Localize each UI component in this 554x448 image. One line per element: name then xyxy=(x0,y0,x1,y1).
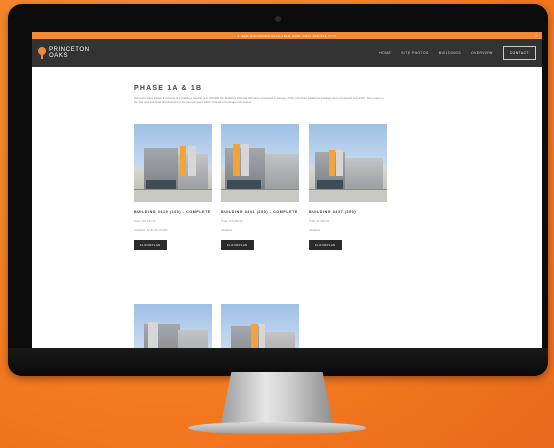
nav-site-photos[interactable]: SITE PHOTOS xyxy=(401,51,429,55)
building-size: Total: 170,356 SF xyxy=(221,219,243,223)
building-size: Total: 101,344 SF xyxy=(134,219,156,223)
building-photo[interactable] xyxy=(309,124,387,202)
building-photo[interactable] xyxy=(221,124,299,202)
building-availability: Available xyxy=(309,228,321,232)
logo-line-2: OAKS xyxy=(49,53,69,59)
camera-icon xyxy=(275,16,281,22)
monitor-stand xyxy=(220,372,334,428)
monitor-frame: 2 NEW BUILDINGS AVAILABLE NOW. CALL 609-… xyxy=(8,4,548,376)
building-title: BUILDING 3437 (300) xyxy=(309,210,357,214)
building-availability: Available: 9,664 SF-64,800 xyxy=(134,228,168,232)
building-photo[interactable] xyxy=(221,304,299,348)
floorplan-button[interactable]: FLOORPLAN xyxy=(221,240,254,250)
building-availability: Available xyxy=(221,228,233,232)
nav-overview[interactable]: OVERVIEW xyxy=(471,51,493,55)
building-card-100: BUILDING 3419 (100) - COMPLETE Total: 10… xyxy=(134,124,212,251)
building-title: BUILDING 3419 (100) - COMPLETE xyxy=(134,210,211,214)
contact-button[interactable]: CONTACT xyxy=(502,46,536,60)
screen: 2 NEW BUILDINGS AVAILABLE NOW. CALL 609-… xyxy=(32,32,542,348)
logo-icon xyxy=(38,47,46,59)
building-card-row2-a xyxy=(134,304,212,348)
building-title: BUILDING 3401 (200) - COMPLETE xyxy=(221,210,298,214)
floorplan-button[interactable]: FLOORPLAN xyxy=(309,240,342,250)
building-photo[interactable] xyxy=(134,304,212,348)
notice-text[interactable]: 2 NEW BUILDINGS AVAILABLE NOW. CALL 609-… xyxy=(238,34,337,38)
monitor-chin xyxy=(8,348,548,376)
floorplan-button[interactable]: FLOORPLAN xyxy=(134,240,167,250)
page-title: PHASE 1A & 1B xyxy=(134,85,203,92)
site-nav: PRINCETON OAKS HOME SITE PHOTOS BUILDING… xyxy=(32,39,542,67)
main-content: PHASE 1A & 1B Princeton Oaks Phase 1 con… xyxy=(134,85,414,104)
site-logo[interactable]: PRINCETON OAKS xyxy=(38,47,90,59)
building-photo[interactable] xyxy=(134,124,212,202)
page-intro: Princeton Oaks Phase 1 consists of 3 bui… xyxy=(134,96,384,105)
nav-buildings[interactable]: BUILDINGS xyxy=(439,51,461,55)
building-size: Total: 97,956 SF xyxy=(309,219,330,223)
notice-bar[interactable]: 2 NEW BUILDINGS AVAILABLE NOW. CALL 609-… xyxy=(32,32,542,39)
monitor-base xyxy=(188,422,366,434)
close-icon[interactable]: × xyxy=(535,32,538,39)
building-card-row2-b xyxy=(221,304,299,348)
nav-home[interactable]: HOME xyxy=(379,51,391,55)
building-card-300: BUILDING 3437 (300) Total: 97,956 SF Ava… xyxy=(309,124,387,251)
building-card-200: BUILDING 3401 (200) - COMPLETE Total: 17… xyxy=(221,124,299,251)
